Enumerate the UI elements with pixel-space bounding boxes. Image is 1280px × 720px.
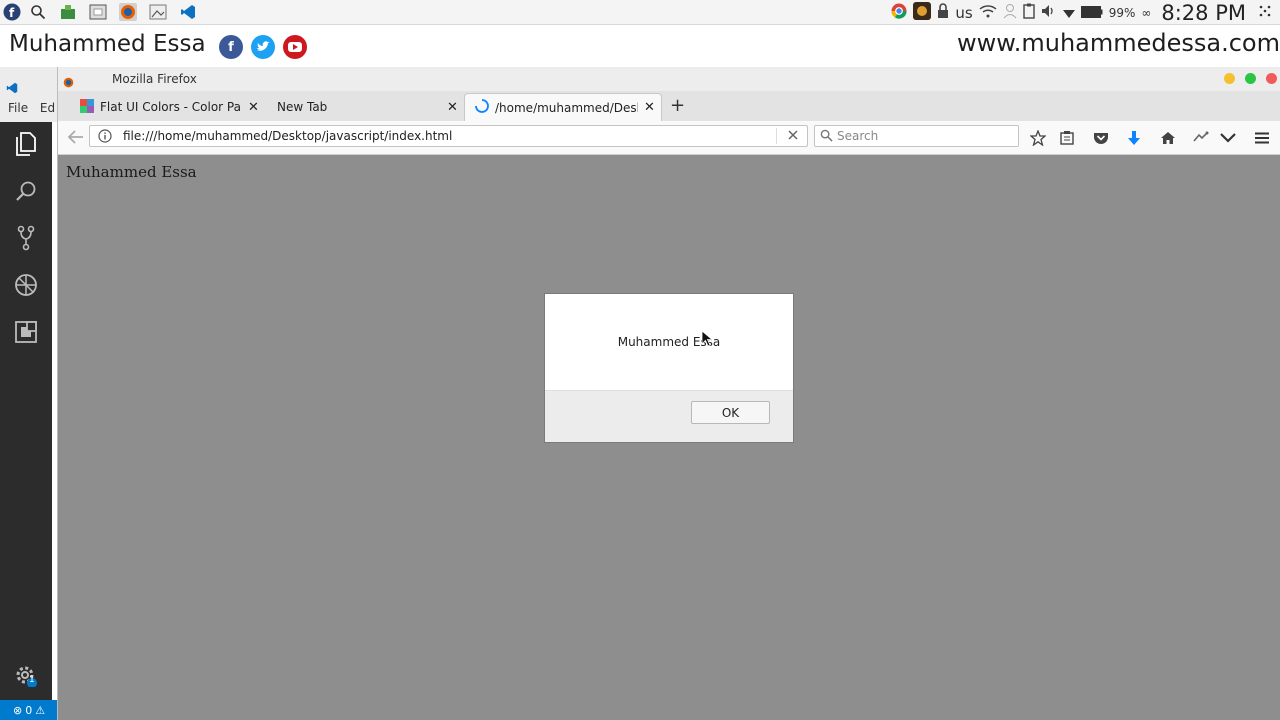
vscode-icon[interactable] [179, 3, 197, 21]
navigation-toolbar: file:///home/muhammed/Desktop/javascript… [58, 121, 1280, 155]
tab-active-page[interactable]: /home/muhammed/Desk ✕ [464, 93, 662, 121]
warning-icon: ⚠ [35, 703, 46, 717]
watermark-banner: Muhammed Essa f www.muhammedessa.com [0, 25, 1280, 67]
reading-list-icon[interactable] [1057, 128, 1077, 148]
source-control-icon[interactable] [10, 222, 42, 254]
explorer-icon[interactable] [10, 128, 42, 160]
facebook-icon: f [219, 35, 243, 59]
menu-edit[interactable]: Ed [40, 101, 55, 115]
url-text[interactable]: file:///home/muhammed/Desktop/javascript… [123, 129, 452, 143]
overflow-chevron-icon[interactable] [1218, 128, 1238, 148]
battery-percent: 99% [1108, 5, 1136, 20]
tab-label: /home/muhammed/Desk [495, 100, 638, 115]
search-icon[interactable] [29, 3, 47, 21]
chrome-icon[interactable] [891, 3, 907, 23]
favicon-icon [80, 98, 94, 116]
debug-icon[interactable] [10, 269, 42, 301]
search-icon [820, 129, 833, 145]
stop-loading-icon[interactable] [787, 129, 799, 144]
twitter-icon [251, 35, 275, 59]
error-count: 0 [25, 703, 33, 717]
divider [776, 128, 777, 144]
lock-icon[interactable] [937, 2, 949, 23]
user-icon[interactable] [1003, 3, 1017, 23]
new-tab-button[interactable]: + [670, 95, 685, 116]
battery-icon[interactable] [1080, 3, 1103, 22]
banner-name: Muhammed Essa [9, 31, 206, 57]
clock[interactable]: 8:28 PM [1161, 1, 1246, 25]
search-bar[interactable]: Search [814, 125, 1019, 147]
tab-label: Flat UI Colors - Color Palle [100, 100, 242, 114]
infinity-icon: ∞ [1141, 5, 1152, 20]
close-tab-icon[interactable]: ✕ [447, 100, 458, 115]
close-tab-icon[interactable]: ✕ [248, 100, 259, 115]
home-icon[interactable] [1158, 128, 1178, 148]
settings-badge: 1 [29, 675, 35, 685]
extension-icon[interactable] [1191, 128, 1211, 148]
keyboard-layout[interactable]: us [955, 4, 972, 22]
svg-text:f: f [9, 6, 15, 20]
wifi-icon[interactable] [979, 3, 997, 22]
search-icon[interactable] [10, 175, 42, 207]
settings-gear-icon[interactable]: 1 [10, 660, 42, 692]
vscode-menubar: File Ed [8, 101, 55, 115]
hamburger-menu-icon[interactable] [1252, 128, 1272, 148]
page-heading-text: Muhammed Essa [66, 163, 197, 181]
vscode-status-bar[interactable]: ⊗ 0 ⚠ [0, 700, 57, 720]
tab-new-tab[interactable]: New Tab ✕ [277, 93, 460, 121]
software-icon[interactable] [59, 3, 77, 21]
tab-strip: Flat UI Colors - Color Palle ✕ New Tab ✕… [58, 91, 1280, 121]
vscode-activity-bar: 1 [0, 122, 52, 700]
bookmark-star-icon[interactable] [1028, 128, 1048, 148]
dialog-message: Muhammed Essa [617, 335, 721, 349]
clipboard-icon[interactable] [1023, 3, 1035, 23]
session-menu-icon[interactable] [1258, 3, 1272, 22]
error-icon: ⊗ [13, 703, 23, 717]
menu-file[interactable]: File [8, 101, 28, 115]
banner-url: www.muhammedessa.com [957, 29, 1280, 57]
close-tab-icon[interactable]: ✕ [644, 100, 655, 115]
extensions-icon[interactable] [10, 316, 42, 348]
loading-spinner-icon [475, 99, 489, 116]
volume-icon[interactable] [1041, 3, 1057, 22]
image-viewer-icon[interactable] [149, 3, 167, 21]
pocket-icon[interactable] [1091, 128, 1111, 148]
fedora-icon[interactable]: f [3, 3, 21, 21]
back-icon[interactable] [66, 127, 86, 147]
firefox-icon[interactable] [119, 3, 137, 21]
dialog-footer: OK [545, 390, 793, 442]
ok-button[interactable]: OK [691, 401, 770, 424]
url-bar[interactable]: file:///home/muhammed/Desktop/javascript… [89, 125, 808, 147]
close-button[interactable] [1266, 73, 1277, 84]
firefox-icon [63, 73, 74, 92]
app-tray-icon[interactable] [913, 1, 932, 24]
vscode-logo-icon [6, 82, 20, 94]
window-title: Mozilla Firefox [112, 72, 197, 86]
alert-dialog: Muhammed Essa OK [544, 293, 794, 443]
youtube-icon [283, 35, 307, 59]
chevron-down-icon[interactable] [1062, 3, 1075, 22]
downloads-icon[interactable] [1124, 128, 1144, 148]
window-titlebar[interactable]: Mozilla Firefox [58, 67, 1280, 91]
system-tray: us 99% ∞ 8:28 PM [891, 0, 1280, 25]
tab-label: New Tab [277, 100, 328, 114]
maximize-button[interactable] [1245, 73, 1256, 84]
system-top-panel: f us 99% ∞ 8:28 PM [0, 0, 1280, 25]
minimize-button[interactable] [1224, 73, 1235, 84]
tab-flat-ui-colors[interactable]: Flat UI Colors - Color Palle ✕ [80, 93, 265, 121]
terminal-icon[interactable] [89, 3, 107, 21]
search-placeholder: Search [837, 129, 879, 143]
info-icon[interactable] [98, 129, 112, 146]
